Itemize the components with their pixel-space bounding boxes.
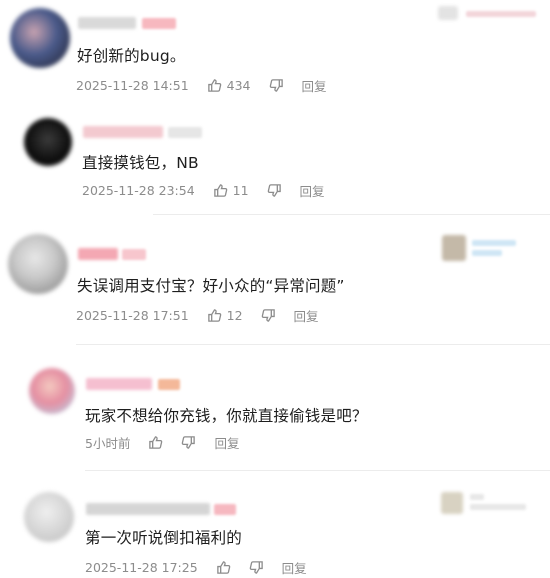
thumbs-down-icon[interactable] — [267, 183, 282, 198]
fan-badge — [442, 235, 466, 261]
comment-time: 2025-11-28 17:25 — [85, 559, 198, 575]
fan-badge-text — [472, 240, 516, 246]
username[interactable] — [86, 503, 210, 515]
avatar[interactable] — [10, 8, 70, 68]
like-count: 12 — [226, 307, 243, 323]
fan-badge-subtext — [470, 504, 526, 510]
username[interactable] — [86, 378, 152, 390]
avatar[interactable] — [24, 118, 72, 166]
username[interactable] — [78, 17, 136, 29]
comment-meta: 5小时前 回复 — [85, 433, 239, 451]
fan-badge — [438, 6, 458, 20]
comment-3: 失误调用支付宝？好小众的“异常问题” 2025-11-28 17:51 12 回… — [0, 222, 550, 332]
avatar[interactable] — [8, 234, 68, 294]
user-tag — [122, 249, 146, 260]
fan-badge-text — [470, 494, 484, 500]
comment-5: 第一次听说倒扣福利的 2025-11-28 17:25 回复 — [0, 476, 550, 578]
user-tag — [142, 18, 176, 29]
avatar[interactable] — [24, 492, 74, 542]
comment-time: 5小时前 — [85, 435, 131, 451]
username[interactable] — [78, 248, 118, 260]
comment-meta: 2025-11-28 23:54 11 回复 — [82, 181, 325, 199]
comment-time: 2025-11-28 14:51 — [76, 77, 189, 93]
thumbs-down-icon[interactable] — [181, 435, 196, 450]
reply-button[interactable]: 回复 — [300, 181, 325, 200]
comment-1: 好创新的bug。 2025-11-28 14:51 434 回复 — [0, 0, 550, 96]
comment-time: 2025-11-28 17:51 — [76, 307, 189, 323]
divider — [85, 470, 550, 471]
comment-text: 玩家不想给你充钱，你就直接偷钱是吧？ — [85, 407, 368, 425]
fan-badge-subtext — [472, 250, 502, 256]
user-tag — [158, 379, 180, 390]
comment-text: 直接摸钱包，NB — [82, 154, 199, 172]
fan-badge-text — [466, 11, 536, 17]
divider — [153, 214, 550, 215]
comment-4: 玩家不想给你充钱，你就直接偷钱是吧？ 5小时前 回复 — [0, 350, 550, 460]
username[interactable] — [83, 126, 163, 138]
comment-time: 2025-11-28 23:54 — [82, 182, 195, 198]
comment-text: 好创新的bug。 — [77, 47, 186, 65]
user-tag — [168, 127, 202, 138]
thumbs-up-icon[interactable] — [216, 560, 231, 575]
comment-meta: 2025-11-28 17:25 回复 — [85, 558, 307, 576]
like-count: 11 — [232, 182, 249, 198]
avatar[interactable] — [29, 368, 75, 414]
thumbs-down-icon[interactable] — [249, 560, 264, 575]
comment-meta: 2025-11-28 17:51 12 回复 — [76, 306, 319, 324]
fan-badge — [441, 492, 463, 514]
thumbs-down-icon[interactable] — [261, 308, 276, 323]
comment-2: 直接摸钱包，NB 2025-11-28 23:54 11 回复 — [0, 100, 550, 212]
reply-button[interactable]: 回复 — [214, 433, 239, 452]
thumbs-down-icon[interactable] — [269, 78, 284, 93]
reply-button[interactable]: 回复 — [302, 76, 327, 95]
thumbs-up-icon[interactable] — [207, 78, 222, 93]
reply-button[interactable]: 回复 — [294, 306, 319, 325]
thumbs-up-icon[interactable] — [213, 183, 228, 198]
comment-text: 第一次听说倒扣福利的 — [85, 529, 243, 547]
comment-text: 失误调用支付宝？好小众的“异常问题” — [77, 277, 345, 295]
user-tag — [214, 504, 236, 515]
thumbs-up-icon[interactable] — [207, 308, 222, 323]
like-count: 434 — [226, 77, 251, 93]
reply-button[interactable]: 回复 — [282, 558, 307, 577]
comment-meta: 2025-11-28 14:51 434 回复 — [76, 76, 327, 94]
divider — [76, 344, 550, 345]
thumbs-up-icon[interactable] — [148, 435, 163, 450]
